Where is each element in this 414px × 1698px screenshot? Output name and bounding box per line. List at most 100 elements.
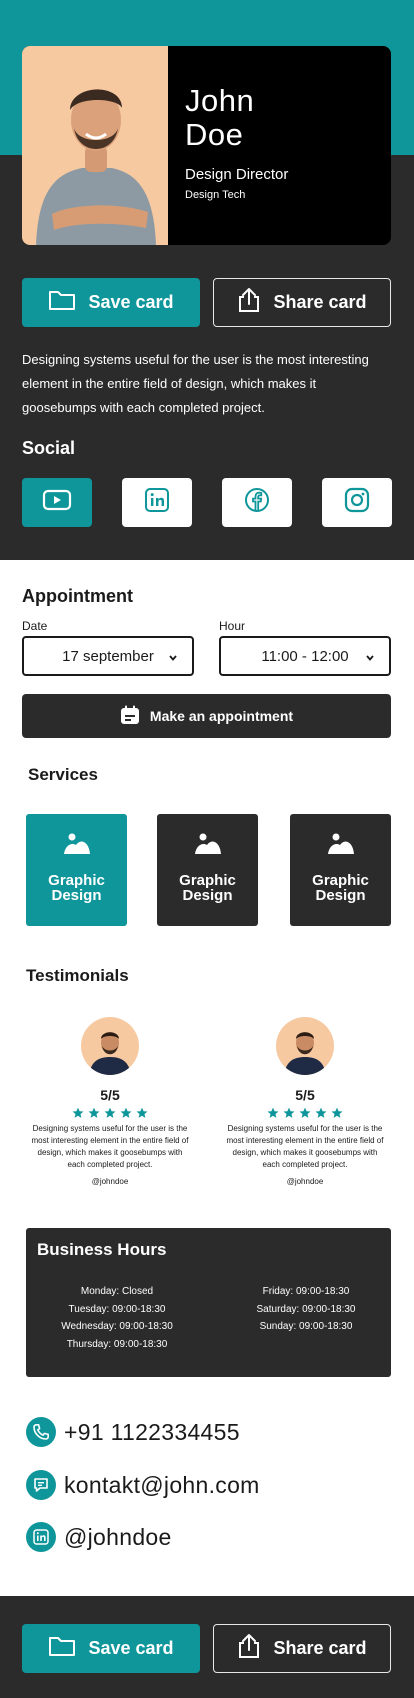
hours-entry: Wednesday: 09:00-18:30 [61, 1321, 173, 1332]
social-heading: Social [22, 438, 76, 458]
business-hours-panel: Business Hours Monday: Closed Tuesday: 0… [26, 1228, 391, 1377]
hours-entry: Sunday: 09:00-18:30 [259, 1321, 353, 1332]
youtube-link[interactable] [22, 478, 92, 527]
services-heading: Services [28, 765, 98, 784]
profile-company: Design Tech [185, 189, 246, 201]
save-card-button[interactable]: Save card [22, 1624, 200, 1673]
business-hours-heading: Business Hours [37, 1240, 167, 1259]
share-icon [237, 1633, 261, 1664]
testimonial-rating: 5/5 [295, 1087, 315, 1103]
star-rating [219, 1107, 391, 1119]
testimonial-text: Designing systems useful for the user is… [31, 1124, 189, 1169]
profile-last-name: Doe [185, 117, 244, 152]
service-card[interactable]: Graphic Design [157, 814, 258, 926]
hour-label: Hour [219, 619, 246, 633]
card-actions: Save card Share card [22, 278, 391, 327]
phone-prefix: +91 [64, 1418, 111, 1445]
profile-bio: Designing systems useful for the user is… [22, 352, 369, 415]
hour-value: 11:00 - 12:00 [261, 647, 349, 665]
star-icon [136, 1107, 148, 1118]
contact-phone[interactable]: +91 1122334455 [26, 1417, 240, 1447]
image-icon [63, 832, 91, 861]
youtube-icon [42, 489, 72, 516]
chevron-down-icon [168, 650, 178, 667]
testimonial-card: 5/5 Designing systems useful for the use… [24, 1017, 196, 1186]
share-card-button[interactable]: Share card [213, 278, 391, 327]
save-card-label: Save card [88, 292, 174, 312]
service-card[interactable]: Graphic Design [290, 814, 391, 926]
hour-select[interactable]: 11:00 - 12:00 [219, 636, 391, 676]
date-value: 17 september [62, 647, 154, 665]
testimonial-handle: @johndoe [286, 1177, 324, 1186]
profile-header: John Doe Design Director Design Tech Sav… [0, 0, 414, 560]
hours-column-right: Friday: 09:00-18:30 Saturday: 09:00-18:3… [231, 1283, 381, 1336]
hours-entry: Tuesday: 09:00-18:30 [68, 1303, 166, 1315]
facebook-icon [244, 487, 270, 518]
star-icon [331, 1107, 343, 1118]
make-appointment-label: Make an appointment [149, 708, 294, 724]
profile-photo [22, 46, 168, 245]
service-label: Graphic Design [312, 872, 369, 904]
star-rating [24, 1107, 196, 1119]
appointment-heading: Appointment [22, 586, 133, 606]
service-label: Graphic Design [179, 872, 236, 904]
profile-title: Design Director [185, 166, 289, 183]
save-card-button[interactable]: Save card [22, 278, 200, 327]
avatar [276, 1017, 334, 1075]
social-links [22, 478, 392, 527]
star-icon [267, 1107, 279, 1118]
testimonial-card: 5/5 Designing systems useful for the use… [219, 1017, 391, 1186]
star-icon [299, 1107, 311, 1118]
share-card-label: Share card [273, 292, 367, 312]
calendar-icon [120, 705, 140, 728]
image-icon [194, 832, 222, 861]
phone-icon [26, 1417, 56, 1447]
image-icon [327, 832, 355, 861]
star-icon [283, 1107, 295, 1118]
share-card-label: Share card [273, 1638, 367, 1658]
profile-card: John Doe Design Director Design Tech [22, 46, 391, 245]
chevron-down-icon [365, 650, 375, 667]
testimonial-rating: 5/5 [100, 1087, 120, 1103]
hours-column-left: Monday: Closed Tuesday: 09:00-18:30 Wedn… [42, 1283, 192, 1353]
footer-card-actions: Save card Share card [22, 1624, 391, 1673]
hours-entry: Saturday: 09:00-18:30 [256, 1303, 356, 1315]
make-appointment-button[interactable]: Make an appointment [22, 694, 391, 738]
message-icon [26, 1470, 56, 1500]
linkedin-handle: @johndoe [64, 1523, 172, 1550]
save-card-label: Save card [88, 1638, 174, 1658]
testimonial-handle: @johndoe [91, 1177, 129, 1186]
instagram-link[interactable] [322, 478, 392, 527]
star-icon [315, 1107, 327, 1118]
hours-entry: Monday: Closed [80, 1286, 154, 1297]
instagram-icon [344, 487, 370, 518]
date-label: Date [22, 619, 48, 633]
contact-linkedin[interactable]: @johndoe [26, 1522, 172, 1552]
email-address: kontakt@john.com [64, 1471, 260, 1498]
linkedin-link[interactable] [122, 478, 192, 527]
contact-email[interactable]: kontakt@john.com [26, 1470, 260, 1500]
star-icon [72, 1107, 84, 1118]
phone-number: +91 1122334455 [64, 1419, 240, 1446]
footer-bar: Save card Share card [0, 1596, 414, 1698]
linkedin-icon [144, 487, 170, 518]
date-select[interactable]: 17 september [22, 636, 194, 676]
star-icon [104, 1107, 116, 1118]
linkedin-icon [26, 1522, 56, 1552]
avatar [81, 1017, 139, 1075]
phone-digits: 1122334455 [110, 1418, 240, 1445]
testimonial-text: Designing systems useful for the user is… [226, 1124, 384, 1169]
testimonials-heading: Testimonials [26, 966, 129, 985]
profile-first-name: John [185, 83, 255, 118]
star-icon [88, 1107, 100, 1118]
share-card-button[interactable]: Share card [213, 1624, 391, 1673]
service-card[interactable]: Graphic Design [26, 814, 127, 926]
star-icon [120, 1107, 132, 1118]
service-label: Graphic Design [48, 872, 105, 904]
folder-icon [48, 289, 76, 316]
hours-entry: Thursday: 09:00-18:30 [66, 1338, 168, 1350]
folder-icon [48, 1635, 76, 1662]
profile-info: John Doe Design Director Design Tech [168, 46, 391, 245]
facebook-link[interactable] [222, 478, 292, 527]
share-icon [237, 287, 261, 318]
